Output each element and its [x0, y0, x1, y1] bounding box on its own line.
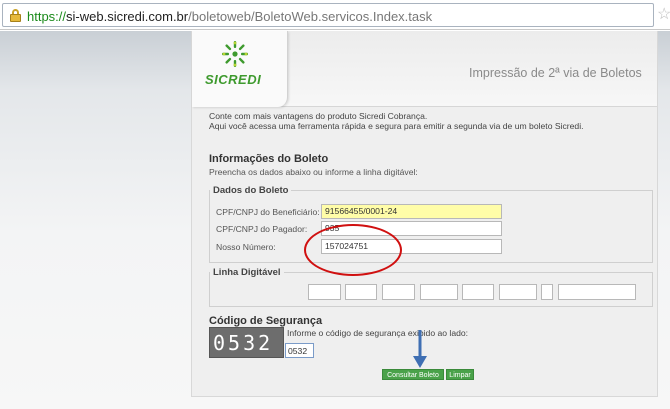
nosso-numero-label: Nosso Número: — [216, 242, 276, 252]
beneficiario-input[interactable]: 91566455/0001-24 — [321, 204, 502, 219]
browser-address-bar: https://si-web.sicredi.com.br/boletoweb/… — [0, 0, 670, 30]
pagador-input[interactable]: 935 — [321, 221, 502, 236]
codigo-seguranca-title: Código de Segurança — [209, 315, 323, 327]
intro-line-1: Conte com mais vantagens do produto Sicr… — [209, 111, 428, 121]
beneficiario-label: CPF/CNPJ do Beneficiário: — [216, 207, 320, 217]
info-section-subtitle: Preencha os dados abaixo ou informe a li… — [209, 167, 418, 177]
main-panel: SICREDI Impressão de 2ª via de Boletos C… — [191, 31, 658, 397]
linha-digitavel-field-3[interactable] — [382, 284, 415, 300]
panel-header: SICREDI Impressão de 2ª via de Boletos — [192, 31, 657, 107]
codigo-seguranca-info: Informe o código de segurança exibido ao… — [287, 328, 469, 338]
url-field[interactable]: https://si-web.sicredi.com.br/boletoweb/… — [2, 3, 654, 27]
captcha-image: 0532 — [209, 327, 284, 358]
linha-digitavel-field-7[interactable] — [541, 284, 553, 300]
linha-digitavel-field-5[interactable] — [462, 284, 494, 300]
codigo-seguranca-input[interactable]: 0532 — [285, 343, 314, 358]
limpar-button[interactable]: Limpar — [446, 369, 474, 380]
url-path: /boletoweb/BoletoWeb.servicos.Index.task — [188, 9, 433, 24]
logo-text: SICREDI — [205, 72, 262, 87]
linha-digitavel-field-1[interactable] — [308, 284, 341, 300]
url-text[interactable]: https://si-web.sicredi.com.br/boletoweb/… — [27, 9, 432, 24]
linha-digitavel-field-6[interactable] — [499, 284, 537, 300]
lock-icon — [10, 9, 21, 22]
intro-line-2: Aqui você acessa uma ferramenta rápida e… — [209, 121, 584, 131]
consultar-boleto-button[interactable]: Consultar Boleto — [382, 369, 444, 380]
info-section-title: Informações do Boleto — [209, 153, 329, 165]
linha-digitavel-field-4[interactable] — [420, 284, 458, 300]
logo-box[interactable]: SICREDI — [192, 31, 288, 107]
url-domain: si-web.sicredi.com.br — [66, 9, 189, 24]
dados-boleto-legend: Dados do Boleto — [213, 185, 289, 196]
sicredi-logo-icon — [222, 41, 248, 67]
bookmark-star-icon[interactable]: ☆ — [657, 4, 670, 24]
nosso-numero-input[interactable]: 157024751 — [321, 239, 502, 254]
linha-digitavel-field-2[interactable] — [345, 284, 377, 300]
page-title: Impressão de 2ª via de Boletos — [469, 66, 642, 80]
linha-digitavel-legend: Linha Digitável — [213, 267, 281, 278]
url-protocol: https:// — [27, 9, 67, 24]
intro-text: Conte com mais vantagens do produto Sicr… — [209, 111, 584, 131]
pagador-label: CPF/CNPJ do Pagador: — [216, 224, 308, 234]
linha-digitavel-field-8[interactable] — [558, 284, 636, 300]
